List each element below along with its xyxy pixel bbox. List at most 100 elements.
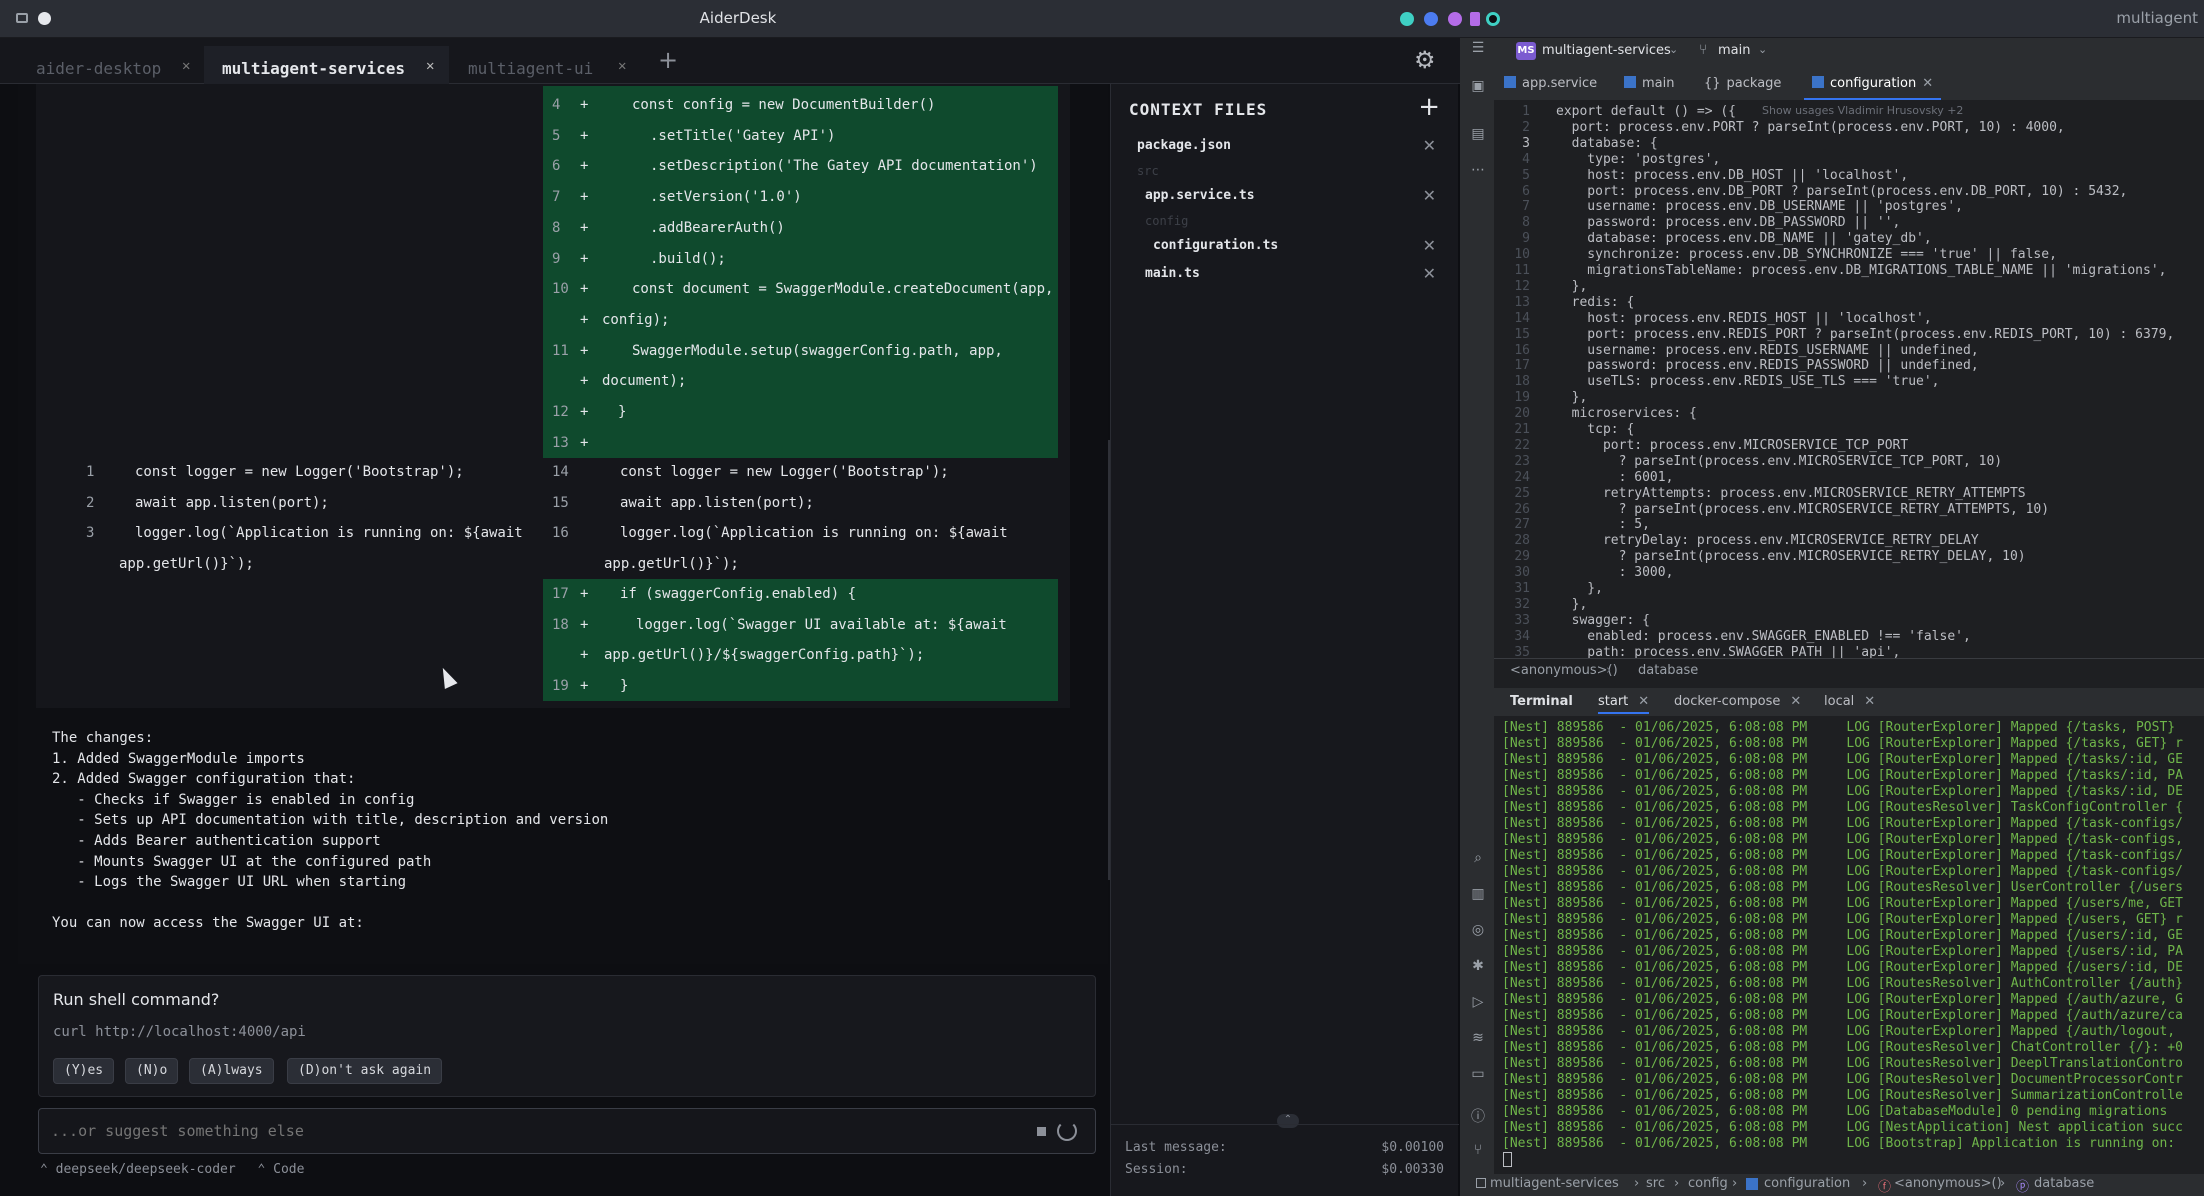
code-line-text: swagger: { (1556, 612, 1650, 628)
code-line-text: port: process.env.DB_PORT ? parseInt(pro… (1556, 183, 2128, 199)
window-dot-square-icon[interactable] (1470, 12, 1480, 26)
last-message-label: Last message: (1125, 1140, 1227, 1155)
window-dot-ring-icon[interactable] (1486, 12, 1500, 26)
structure-icon[interactable]: ▤ (1470, 126, 1486, 142)
diff-line-number: 1 (86, 464, 95, 480)
diff-line-number: 16 (552, 525, 569, 542)
breadcrumb-item[interactable]: database (1638, 663, 1698, 678)
stop-icon[interactable] (1037, 1127, 1046, 1136)
window-dot-teal-icon[interactable] (1400, 12, 1414, 26)
database-icon[interactable]: ▥ (1470, 886, 1486, 902)
code-line-number: 30 (1514, 565, 1530, 581)
git-icon[interactable]: ⑂ (1470, 1142, 1486, 1158)
context-file-app-service[interactable]: app.service.ts (1145, 188, 1255, 203)
breadcrumb-item[interactable]: <anonymous>() (1510, 663, 1618, 678)
remove-file-icon[interactable]: ✕ (1423, 136, 1436, 155)
code-line: 30 : 3000, (1494, 565, 1673, 580)
diff-plus-marker: + (580, 97, 589, 113)
code-line-text: database: { (1556, 135, 1658, 151)
file-tab-configuration[interactable]: configuration ✕ (1804, 72, 1942, 100)
context-file-configuration[interactable]: configuration.ts (1153, 238, 1278, 253)
branch-selector[interactable]: main (1718, 43, 1750, 58)
terminal-tab-label: start (1598, 694, 1629, 709)
code-line-text: username: process.env.REDIS_USERNAME || … (1556, 342, 1979, 358)
tab-multiagent-services[interactable]: multiagent-services ✕ (204, 46, 449, 84)
no-button[interactable]: (N)o (125, 1058, 179, 1084)
terminal-line: [Nest] 889586 - 01/06/2025, 6:08:08 PM L… (1502, 832, 2183, 847)
yes-button[interactable]: (Y)es (53, 1058, 115, 1084)
terminal-tab-start[interactable]: start ✕ (1598, 694, 1650, 714)
search-icon[interactable]: ⌕ (1470, 850, 1486, 866)
gear-icon[interactable]: ⚙ (1414, 46, 1436, 74)
mode-selector[interactable]: Code (273, 1162, 304, 1177)
terminal-tab-local[interactable]: local ✕ (1824, 694, 1875, 709)
code-line: 35 path: process.env.SWAGGER_PATH || 'ap… (1494, 645, 1900, 658)
add-file-plus-icon[interactable]: + (1418, 92, 1440, 122)
close-icon[interactable]: ✕ (426, 58, 434, 74)
close-icon[interactable]: ✕ (1864, 694, 1875, 709)
run-config-icon[interactable]: ◎ (1470, 922, 1486, 938)
code-line-number: 15 (1514, 326, 1530, 342)
collapse-chevron-icon[interactable]: ⌃ (1277, 1114, 1299, 1128)
file-tab-app-service[interactable]: app.service (1504, 76, 1597, 91)
run-icon[interactable]: ▷ (1470, 994, 1486, 1010)
terminal-line: [Nest] 889586 - 01/06/2025, 6:08:08 PM L… (1502, 1120, 2183, 1135)
hamburger-menu-icon[interactable]: ☰ (1470, 40, 1486, 56)
model-selector[interactable]: deepseek/deepseek-coder (56, 1162, 236, 1177)
close-icon[interactable]: ✕ (618, 58, 626, 74)
status-crumb[interactable]: src (1634, 1176, 1665, 1191)
tab-multiagent-ui[interactable]: multiagent-ui ✕ (450, 46, 640, 84)
prompt-input[interactable] (51, 1119, 1031, 1143)
problems-icon[interactable]: ⓘ (1470, 1106, 1486, 1125)
status-crumb[interactable]: multiagent-services (1490, 1176, 1619, 1191)
project-selector[interactable]: multiagent-services (1542, 43, 1671, 58)
last-message-cost: $0.00100 (1381, 1140, 1444, 1155)
breadcrumb-separator: › (1732, 1176, 1738, 1191)
more-icon[interactable]: ⋯ (1470, 162, 1486, 178)
status-crumb[interactable]: config (1676, 1176, 1728, 1191)
always-button[interactable]: (A)lways (189, 1058, 274, 1084)
terminal-icon[interactable]: ▭ (1470, 1066, 1486, 1082)
ide-window-title: multiagent (2116, 9, 2198, 27)
close-icon[interactable]: ✕ (1790, 694, 1801, 709)
diff-plus-marker: + (580, 127, 589, 144)
terminal-line: [Nest] 889586 - 01/06/2025, 6:08:08 PM L… (1502, 864, 2183, 879)
remove-file-icon[interactable]: ✕ (1423, 186, 1436, 205)
status-crumb[interactable]: <anonymous>() (1894, 1176, 2002, 1191)
status-crumb[interactable]: database (2034, 1176, 2094, 1191)
code-line-number: 13 (1514, 294, 1530, 310)
context-file-main[interactable]: main.ts (1145, 266, 1200, 281)
project-icon[interactable]: ▣ (1470, 78, 1486, 94)
code-line-text: retryDelay: process.env.MICROSERVICE_RET… (1556, 533, 1979, 549)
code-line-text: ? parseInt(process.env.MICROSERVICE_RETR… (1556, 501, 2050, 517)
terminal-line: [Nest] 889586 - 01/06/2025, 6:08:08 PM L… (1502, 768, 2183, 783)
code-editor[interactable]: 1 export default () => ({2 port: process.… (1494, 100, 2204, 658)
close-icon[interactable]: ✕ (1922, 76, 1933, 91)
remove-file-icon[interactable]: ✕ (1423, 236, 1436, 255)
remove-file-icon[interactable]: ✕ (1423, 264, 1436, 283)
add-tab-plus-icon[interactable]: + (658, 46, 678, 74)
diff-plus-marker: + (580, 219, 589, 236)
chat-status-row: ⌃ deepseek/deepseek-coder ⌃ Code (40, 1162, 304, 1177)
code-line-text: : 5, (1556, 517, 1650, 533)
dont-ask-again-button[interactable]: (D)on't ask again (287, 1058, 443, 1084)
close-icon[interactable]: ✕ (182, 58, 190, 74)
status-crumb[interactable]: configuration (1764, 1176, 1850, 1191)
close-icon[interactable]: ✕ (1638, 694, 1649, 709)
terminal-output[interactable]: [Nest] 889586 - 01/06/2025, 6:08:08 PM L… (1494, 716, 2204, 1174)
terminal-line: [Nest] 889586 - 01/06/2025, 6:08:08 PM L… (1502, 1136, 2176, 1151)
layers-icon[interactable]: ≋ (1470, 1030, 1486, 1046)
window-dot-purple-icon[interactable] (1448, 12, 1462, 26)
terminal-tab-docker-compose[interactable]: docker-compose ✕ (1674, 694, 1801, 709)
diff-plus-marker: + (580, 189, 589, 206)
title-bar: AiderDesk (0, 0, 1476, 38)
code-line-number: 22 (1514, 437, 1530, 453)
window-dot-blue-icon[interactable] (1424, 12, 1438, 26)
chevron-up-icon: ⌃ (40, 1162, 48, 1177)
tab-aider-desktop[interactable]: aider-desktop ✕ (18, 46, 203, 84)
context-file-package-json[interactable]: package.json (1137, 138, 1231, 153)
code-line-number: 33 (1514, 612, 1530, 628)
file-tab-package[interactable]: {} package (1704, 76, 1781, 91)
file-tab-main[interactable]: main (1624, 76, 1674, 91)
debug-icon[interactable]: ✱ (1470, 958, 1486, 974)
